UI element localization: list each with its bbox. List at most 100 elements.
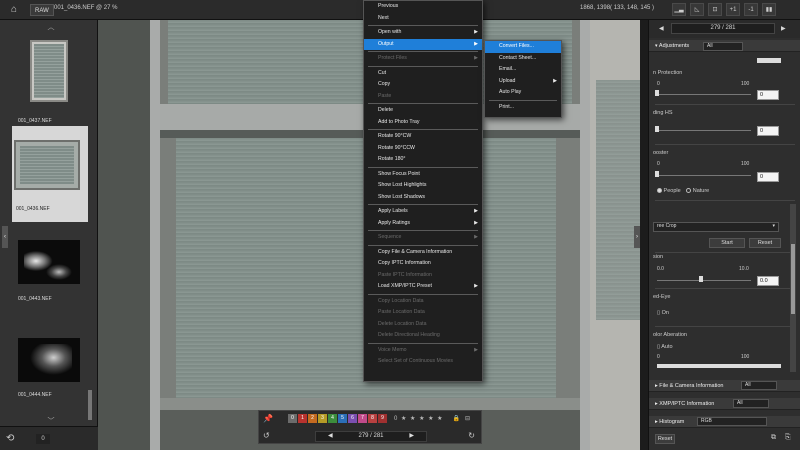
panel-page-counter: 279 / 281 [671,23,775,34]
label-button-4[interactable]: 4 [327,414,337,423]
protection-slider-knob[interactable] [655,90,659,96]
booster-value[interactable]: 0 [757,172,779,182]
adjustments-dropdown[interactable]: All [703,42,743,51]
filmstrip-up-arrow[interactable]: ︿ [44,22,58,31]
copy-icon[interactable]: ⧉ [771,434,776,442]
protection-value[interactable]: 0 [757,90,779,100]
menu-item-delete[interactable]: Delete [364,105,482,117]
crop-dropdown[interactable]: ree Crop ▾ [653,222,779,232]
menu-item-rotate-90-cw[interactable]: Rotate 90°CW [364,131,482,143]
menu-item-show-lost-shadows[interactable]: Show Lost Shadows [364,192,482,204]
filmstrip-down-arrow[interactable]: ﹀ [44,416,58,425]
rotate-cw-icon[interactable]: ↻ [468,431,475,440]
label-button-6[interactable]: 6 [347,414,357,423]
panel-next-button[interactable]: ▶ [781,25,786,32]
submenu-item-convert-files[interactable]: Convert Files... [485,41,561,53]
menu-item-load-xmp-iptc-preset[interactable]: Load XMP/IPTC Preset ▶ [364,281,482,293]
paste-icon[interactable]: ⎘ [785,434,791,442]
menu-item-show-lost-highlights[interactable]: Show Lost Highlights [364,180,482,192]
menu-item-apply-labels[interactable]: Apply Labels ▶ [364,206,482,218]
bottom-toolbar: 📌 0123456789 0 ★ ★ ★ ★ ★ 🔒 ⊟ ↺ ◀ 279 / 2… [258,410,482,444]
sion-value[interactable]: 0.0 [757,276,779,286]
menu-item-rotate-90-ccw[interactable]: Rotate 90°CCW [364,143,482,155]
highlight-icon[interactable]: +1 [726,3,740,16]
file-camera-header[interactable]: ▸ File & Camera Information [649,380,800,392]
label-button-0[interactable]: 0 [287,414,297,423]
booster-slider[interactable] [657,175,751,176]
aberration-toggle[interactable]: ▯ Auto [657,344,673,350]
collapse-panel-tab[interactable]: › [634,226,640,248]
view-tools: ▁▃ ◺ ⊡ +1 -1 ▮▮ [672,3,776,16]
next-image-button[interactable]: ▶ [409,432,414,441]
rotate-icon[interactable]: ⟲ [6,433,14,444]
label-button-5[interactable]: 5 [337,414,347,423]
menu-item-apply-ratings[interactable]: Apply Ratings ▶ [364,218,482,230]
rotate-ccw-icon[interactable]: ↺ [263,431,270,440]
menu-item-copy-iptc-information[interactable]: Copy IPTC Information [364,258,482,270]
sion-slider-knob[interactable] [699,276,703,282]
home-icon[interactable]: ⌂ [4,3,24,17]
menu-item-label: Sequence [378,234,402,240]
label-button-1[interactable]: 1 [297,414,307,423]
menu-separator [368,65,478,67]
panel-prev-button[interactable]: ◀ [659,25,664,32]
submenu-item-upload[interactable]: Upload ▶ [485,76,561,88]
protection-slider[interactable] [657,94,751,95]
filmstrip-scrollbar[interactable] [88,390,92,420]
ding-slider-knob[interactable] [655,126,659,132]
label-button-3[interactable]: 3 [317,414,327,423]
booster-slider-knob[interactable] [655,171,659,177]
sion-slider[interactable] [657,280,751,281]
shadow-icon[interactable]: -1 [744,3,758,16]
xmp-dropdown[interactable]: All [733,399,769,408]
crop-reset-button[interactable]: Reset [749,238,781,248]
protect-icon[interactable]: 🔒 [453,415,460,422]
menu-item-next[interactable]: Next [364,13,482,25]
filmstrip-thumb[interactable]: 001_0443.NEF [8,234,90,324]
xmp-header[interactable]: ▸ XMP/IPTC Information [649,398,800,410]
label-button-9[interactable]: 9 [377,414,387,423]
menu-item-label: Delete [378,107,393,113]
label-button-2[interactable]: 2 [307,414,317,423]
file-camera-dropdown[interactable]: All [741,381,777,390]
people-radio[interactable] [657,188,662,194]
submenu-item-auto-play[interactable]: Auto Play [485,87,561,99]
compare-icon[interactable]: ▮▮ [762,3,776,16]
pin-icon[interactable]: 📌 [263,414,273,423]
prev-image-button[interactable]: ◀ [328,432,333,441]
menu-item-cut[interactable]: Cut [364,68,482,80]
submenu-item-print[interactable]: Print... [485,102,561,114]
ding-value[interactable]: 0 [757,126,779,136]
ding-slider[interactable] [657,130,751,131]
format-badge[interactable]: RAW [30,4,54,16]
menu-item-open-with[interactable]: Open with ▶ [364,27,482,39]
nature-radio[interactable] [686,188,692,194]
label-button-8[interactable]: 8 [367,414,377,423]
label-button-7[interactable]: 7 [357,414,367,423]
filmstrip-thumb[interactable]: 001_0444.NEF [8,334,90,424]
menu-item-rotate-180[interactable]: Rotate 180° [364,154,482,166]
filmstrip-thumb[interactable]: 001_0437.NEF [8,36,90,132]
reset-button[interactable]: Reset [655,434,675,444]
menu-item-previous[interactable]: Previous [364,1,482,13]
histogram-icon[interactable]: ▁▃ [672,3,686,16]
collapse-filmstrip-tab[interactable]: ‹ [2,226,8,248]
menu-item-output[interactable]: Output ▶ [364,38,482,50]
submenu-item-email[interactable]: Email... [485,64,561,76]
menu-item-show-focus-point[interactable]: Show Focus Point [364,169,482,181]
aberration-slider[interactable] [657,364,781,368]
menu-item-copy-file-camera-information[interactable]: Copy File & Camera Information [364,247,482,259]
redeye-toggle[interactable]: ▯ On [657,310,669,316]
panel-scrollbar[interactable] [790,204,796,372]
histogram-dropdown[interactable]: RGB [697,417,767,426]
menu-item-copy[interactable]: Copy [364,79,482,91]
submenu-item-contact-sheet[interactable]: Contact Sheet... [485,53,561,65]
crop-start-button[interactable]: Start [709,238,745,248]
sharpen-icon[interactable]: ◺ [690,3,704,16]
booster-radio-group: People Nature [657,188,709,194]
focus-icon[interactable]: ⊡ [708,3,722,16]
menu-item-add-to-photo-tray[interactable]: Add to Photo Tray [364,117,482,129]
tray-icon[interactable]: ⊟ [465,415,470,422]
rating-stars[interactable]: 0 ★ ★ ★ ★ ★ [394,415,444,422]
filmstrip-thumb-selected[interactable]: 001_0436.NEF [12,126,88,222]
